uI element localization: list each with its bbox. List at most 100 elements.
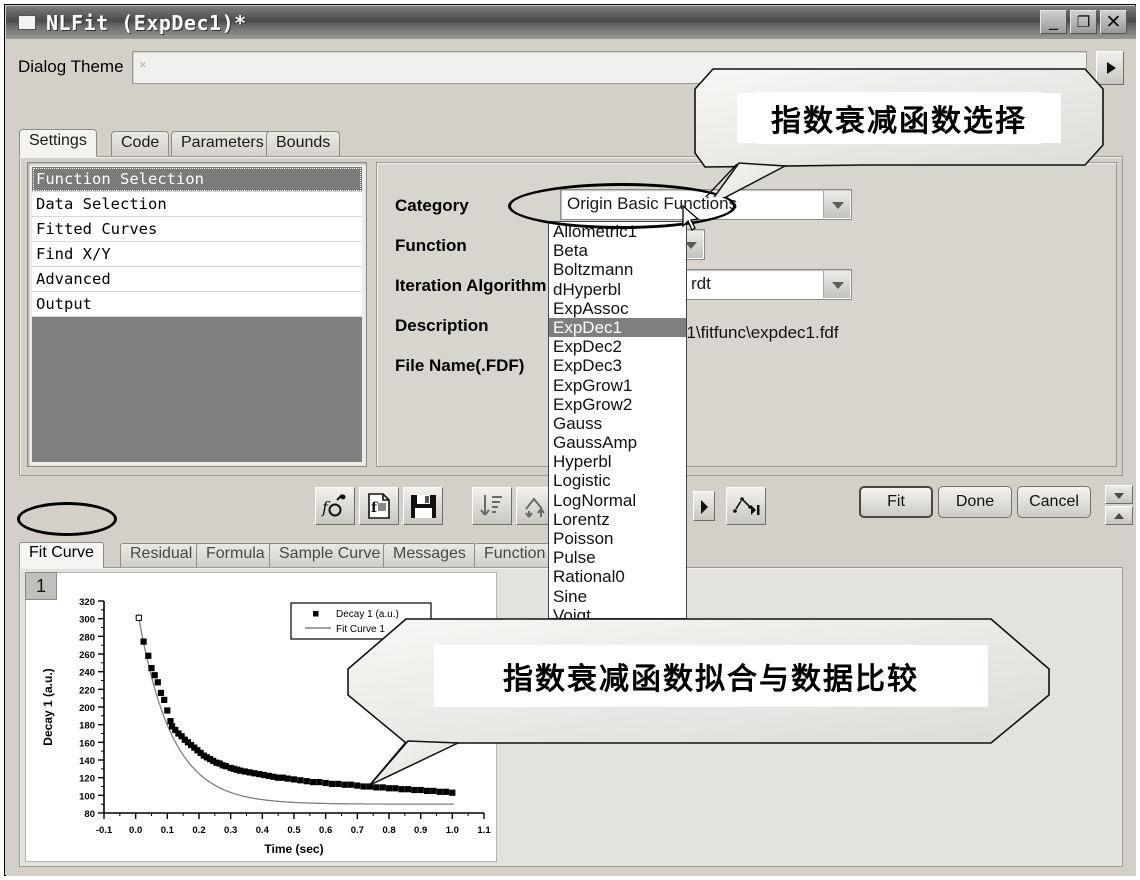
dropdown-option-gauss[interactable]: Gauss xyxy=(549,414,686,433)
function-label: Function xyxy=(395,236,467,255)
minimize-button[interactable]: _ xyxy=(1040,10,1067,34)
x-tick-label: 1.1 xyxy=(477,825,491,836)
dropdown-option-lorentz[interactable]: Lorentz xyxy=(549,510,686,529)
window-titlebar: NLFit (ExpDec1)* _ ❐ ✕ xyxy=(6,6,1136,39)
scroll-up-button[interactable] xyxy=(1105,506,1133,525)
close-icon: ✕ xyxy=(1105,10,1122,33)
x-tick-label: 0.6 xyxy=(319,825,332,836)
tab-residual[interactable]: Residual xyxy=(120,543,203,568)
graph-page-tab[interactable]: 1 xyxy=(25,572,57,600)
settings-nav-panel: Function Selection Data Selection Fitted… xyxy=(27,162,367,467)
sidebar-item-output[interactable]: Output xyxy=(32,292,362,317)
y-axis-label: Decay 1 (a.u.) xyxy=(41,668,55,745)
cancel-button[interactable]: Cancel xyxy=(1017,486,1091,518)
minimize-icon: _ xyxy=(1049,10,1058,31)
x-tick-label: 0.2 xyxy=(192,825,205,836)
dropdown-option-poisson[interactable]: Poisson xyxy=(549,529,686,548)
sidebar-item-function-selection[interactable]: Function Selection xyxy=(32,167,362,192)
function-file-icon[interactable]: f xyxy=(359,487,399,525)
dropdown-option-gaussamp[interactable]: GaussAmp xyxy=(549,433,686,452)
chevron-down-icon[interactable] xyxy=(823,271,850,298)
save-icon[interactable] xyxy=(403,487,443,525)
dropdown-option-logistic[interactable]: Logistic xyxy=(549,471,686,490)
dropdown-option-rational0[interactable]: Rational0 xyxy=(549,567,686,586)
data-point xyxy=(322,779,329,787)
mouse-cursor-icon xyxy=(682,205,700,231)
tab-messages[interactable]: Messages xyxy=(383,543,476,568)
x-tick-label: 0.3 xyxy=(224,825,237,836)
initialize-params-icon[interactable] xyxy=(472,487,512,525)
scroll-down-button[interactable] xyxy=(1105,485,1133,504)
dropdown-option-boltzmann[interactable]: Boltzmann xyxy=(549,260,686,279)
close-button[interactable]: ✕ xyxy=(1100,10,1127,34)
dropdown-option-expdec1[interactable]: ExpDec1 xyxy=(549,317,686,338)
data-point xyxy=(145,652,152,659)
filename-value: 81\fitfunc\expdec1.fdf xyxy=(677,323,839,342)
dropdown-option-expdec3[interactable]: ExpDec3 xyxy=(549,356,686,375)
dropdown-option-expgrow1[interactable]: ExpGrow1 xyxy=(549,376,686,395)
sidebar-item-fitted-curves[interactable]: Fitted Curves xyxy=(32,217,362,242)
dropdown-option-beta[interactable]: Beta xyxy=(549,241,686,260)
dropdown-option-expassoc[interactable]: ExpAssoc xyxy=(549,299,686,318)
y-tick-label: 240 xyxy=(79,668,95,679)
data-point xyxy=(290,776,298,783)
dropdown-option-allometric1[interactable]: Allometric1 xyxy=(549,222,686,241)
data-point xyxy=(164,707,171,714)
sidebar-item-find-xy[interactable]: Find X/Y xyxy=(32,242,362,267)
tab-formula[interactable]: Formula xyxy=(196,543,275,568)
y-tick-label: 140 xyxy=(79,756,95,767)
iteration-algorithm-value: rdt xyxy=(691,274,711,293)
step-forward-arrow-icon[interactable] xyxy=(693,491,715,521)
dropdown-option-expgrow2[interactable]: ExpGrow2 xyxy=(549,395,686,414)
x-axis-label: Time (sec) xyxy=(264,842,323,856)
tab-sample-curve[interactable]: Sample Curve xyxy=(269,543,391,568)
data-point xyxy=(309,779,317,786)
fit-button[interactable]: Fit xyxy=(859,486,933,518)
maximize-icon: ❐ xyxy=(1076,12,1091,31)
data-point xyxy=(148,665,155,672)
data-point xyxy=(151,672,158,679)
function-selection-form: Category Function Iteration Algorithm De… xyxy=(376,162,1117,467)
callout-2-text: 指数衰减函数拟合与数据比较 xyxy=(489,650,933,702)
dropdown-option-expdec2[interactable]: ExpDec2 xyxy=(549,337,686,356)
tab-code[interactable]: Code xyxy=(111,131,170,157)
description-label: Description xyxy=(395,316,489,335)
app-icon xyxy=(18,15,36,30)
data-point xyxy=(284,775,291,782)
y-tick-label: 100 xyxy=(79,791,95,802)
tab-bounds[interactable]: Bounds xyxy=(266,131,341,157)
dropdown-option-pulse[interactable]: Pulse xyxy=(549,548,686,567)
data-point xyxy=(161,696,168,704)
dropdown-option-hyperbl[interactable]: Hyperbl xyxy=(549,452,686,471)
y-tick-label: 180 xyxy=(79,721,95,732)
maximize-button[interactable]: ❐ xyxy=(1070,10,1097,34)
nav-empty-area xyxy=(32,317,362,462)
x-tick-label: 0.5 xyxy=(287,825,301,836)
dialog-theme-label: Dialog Theme xyxy=(18,57,124,76)
legend-marker-square xyxy=(313,611,319,617)
dropdown-option-lognormal[interactable]: LogNormal xyxy=(549,491,686,510)
x-tick-label: 0.1 xyxy=(161,825,175,836)
function-dropdown-list[interactable]: Allometric1 Beta Boltzmann dHyperbl ExpAssoc… xyxy=(548,221,687,619)
y-tick-label: 280 xyxy=(79,632,95,643)
tab-parameters[interactable]: Parameters xyxy=(171,131,274,157)
filename-label: File Name(.FDF) xyxy=(395,356,525,375)
y-tick-label: 160 xyxy=(79,738,95,749)
x-tick-label: 1.0 xyxy=(446,825,459,836)
dropdown-option-sine[interactable]: Sine xyxy=(549,587,686,606)
x-tick-label: 0.0 xyxy=(129,825,142,836)
y-tick-label: 260 xyxy=(79,650,95,661)
sidebar-item-advanced[interactable]: Advanced xyxy=(32,267,362,292)
tab-fit-curve[interactable]: Fit Curve xyxy=(19,542,104,568)
tab-settings[interactable]: Settings xyxy=(19,129,97,157)
category-label: Category xyxy=(395,196,469,215)
sidebar-item-data-selection[interactable]: Data Selection xyxy=(32,192,362,217)
function-edit-icon[interactable]: f xyxy=(315,487,355,525)
window-title: NLFit (ExpDec1)* xyxy=(46,10,247,35)
x-tick-label: -0.1 xyxy=(96,825,113,836)
done-button[interactable]: Done xyxy=(938,486,1012,518)
dropdown-option-dhyperbl[interactable]: dHyperbl xyxy=(549,280,686,299)
next-step-icon[interactable] xyxy=(726,487,766,525)
callout-fit-comparison: 指数衰减函数拟合与数据比较 xyxy=(346,617,1051,788)
x-tick-label: 0.4 xyxy=(256,825,270,836)
